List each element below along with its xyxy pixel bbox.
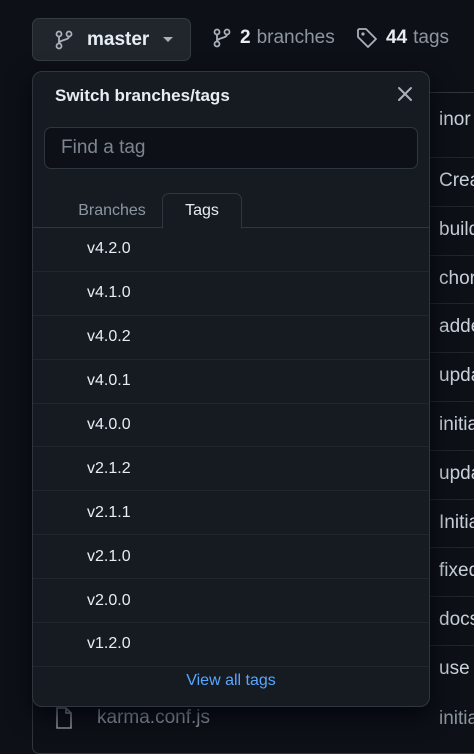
row-divider bbox=[430, 449, 474, 451]
row-divider bbox=[430, 401, 474, 402]
switch-branches-tags-dropdown: Switch branches/tags Branches Tags v4.2.… bbox=[32, 71, 430, 707]
tag-name: v4.2.0 bbox=[87, 240, 131, 258]
dropdown-title: Switch branches/tags bbox=[55, 86, 230, 105]
tag-search-field[interactable] bbox=[44, 127, 418, 169]
chevron-down-icon bbox=[163, 37, 174, 42]
tag-name: v4.0.1 bbox=[87, 372, 131, 390]
tag-list-item[interactable]: v2.0.0 bbox=[33, 579, 429, 624]
commit-message[interactable]: initia bbox=[439, 414, 474, 436]
tag-list-item[interactable]: v4.1.0 bbox=[33, 272, 429, 316]
git-branch-icon bbox=[55, 30, 73, 49]
branches-link[interactable]: 2 branches bbox=[212, 27, 335, 49]
tag-list-item[interactable]: v4.0.2 bbox=[33, 316, 429, 360]
row-divider bbox=[430, 157, 474, 158]
tag-list-item[interactable]: v4.2.0 bbox=[33, 228, 429, 272]
tab-branches[interactable]: Branches bbox=[57, 193, 167, 229]
tag-name: v2.0.0 bbox=[87, 591, 131, 609]
commit-message[interactable]: docs bbox=[439, 609, 474, 631]
tag-icon bbox=[357, 28, 377, 48]
file-icon bbox=[56, 707, 72, 729]
tag-list-item[interactable]: v2.1.0 bbox=[33, 535, 429, 580]
commit-message[interactable]: chor bbox=[439, 268, 474, 290]
commit-message[interactable]: build bbox=[439, 219, 474, 241]
branch-selector-button[interactable]: master bbox=[32, 18, 191, 61]
git-branch-icon bbox=[213, 28, 231, 48]
commit-message[interactable]: Initia bbox=[439, 512, 474, 534]
tag-name: v4.1.0 bbox=[87, 284, 131, 302]
tag-list-item[interactable]: v2.1.1 bbox=[33, 491, 429, 536]
commit-header-partial: inor bbox=[439, 109, 471, 130]
tag-name: v1.2.0 bbox=[87, 635, 131, 653]
commit-message[interactable]: upda bbox=[439, 365, 474, 387]
row-divider bbox=[430, 254, 474, 256]
tag-name: v4.0.2 bbox=[87, 328, 131, 346]
commit-message[interactable]: fixed bbox=[439, 560, 474, 582]
row-divider bbox=[430, 645, 474, 646]
dropdown-header: Switch branches/tags bbox=[33, 72, 429, 118]
commit-message[interactable]: adde bbox=[439, 316, 474, 338]
tag-name: v2.1.1 bbox=[87, 503, 131, 521]
tag-list-item[interactable]: v4.0.0 bbox=[33, 404, 429, 448]
tag-name: v2.1.2 bbox=[87, 459, 131, 477]
tags-link[interactable]: 44 tags bbox=[356, 27, 449, 49]
commit-message[interactable]: Crea bbox=[439, 170, 474, 192]
commit-message[interactable]: use bbox=[439, 658, 470, 680]
row-divider bbox=[430, 303, 474, 305]
tag-name: v2.1.0 bbox=[87, 547, 131, 565]
close-icon[interactable] bbox=[395, 84, 415, 104]
tag-list-item[interactable]: v1.2.0 bbox=[33, 623, 429, 667]
branches-label: branches bbox=[256, 27, 335, 48]
tag-list-item[interactable]: v4.0.1 bbox=[33, 360, 429, 404]
current-branch-label: master bbox=[87, 28, 150, 50]
view-all-tags-link[interactable]: View all tags bbox=[33, 672, 429, 690]
tab-tags[interactable]: Tags bbox=[162, 193, 242, 229]
ref-type-tabs: Branches Tags bbox=[33, 193, 429, 229]
tags-count: 44 bbox=[386, 27, 408, 48]
row-divider bbox=[430, 352, 474, 354]
commit-message[interactable]: upda bbox=[439, 463, 474, 485]
file-row-karma-conf[interactable]: karma.conf.js bbox=[55, 707, 210, 729]
tag-list: v4.2.0 v4.1.0 v4.0.2 v4.0.1 v4.0.0 v2.1.2 v2.1… bbox=[33, 228, 429, 667]
row-divider bbox=[430, 498, 474, 500]
tags-label: tags bbox=[413, 27, 450, 48]
branches-count: 2 bbox=[240, 27, 251, 48]
row-divider bbox=[430, 547, 474, 549]
file-commit-message[interactable]: initia bbox=[439, 708, 474, 730]
row-divider bbox=[430, 205, 474, 207]
tag-name: v4.0.0 bbox=[87, 416, 131, 433]
tag-list-item[interactable]: v2.1.2 bbox=[33, 447, 429, 492]
tag-search-input[interactable] bbox=[45, 128, 417, 168]
file-name[interactable]: karma.conf.js bbox=[97, 707, 210, 729]
row-divider bbox=[430, 596, 474, 598]
